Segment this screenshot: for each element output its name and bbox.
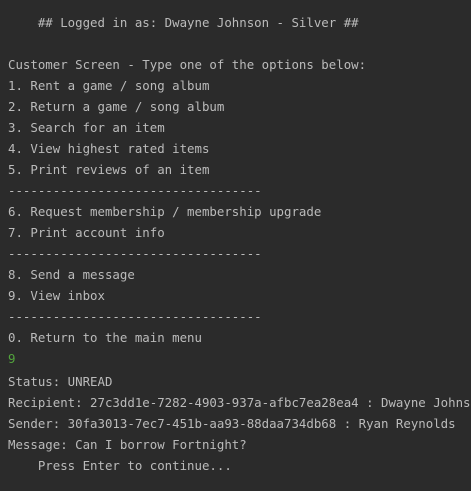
menu-separator: ---------------------------------- — [8, 183, 262, 198]
customer-screen-prompt: Customer Screen - Type one of the option… — [8, 57, 367, 72]
menu-option-4: 4. View highest rated items — [8, 141, 210, 156]
menu-separator: ---------------------------------- — [8, 246, 262, 261]
console-output[interactable]: ## Logged in as: Dwayne Johnson - Silver… — [0, 0, 471, 491]
menu-option-3: 3. Search for an item — [8, 120, 165, 135]
menu-option-1: 1. Rent a game / song album — [8, 78, 210, 93]
message-body: Message: Can I borrow Fortnight? — [8, 437, 247, 452]
continue-prompt: Press Enter to continue... — [8, 458, 232, 473]
menu-option-2: 2. Return a game / song album — [8, 99, 225, 114]
menu-option-5: 5. Print reviews of an item — [8, 162, 210, 177]
menu-separator: ---------------------------------- — [8, 309, 262, 324]
message-recipient: Recipient: 27c3dd1e-7282-4903-937a-afbc7… — [8, 395, 471, 410]
menu-option-7: 7. Print account info — [8, 225, 165, 240]
user-input-echo: 9 — [8, 351, 16, 366]
menu-option-0: 0. Return to the main menu — [8, 330, 202, 345]
menu-option-9: 9. View inbox — [8, 288, 105, 303]
login-header: ## Logged in as: Dwayne Johnson - Silver… — [8, 15, 359, 30]
menu-option-6: 6. Request membership / membership upgra… — [8, 204, 322, 219]
menu-option-8: 8. Send a message — [8, 267, 135, 282]
message-status: Status: UNREAD — [8, 374, 113, 389]
message-sender: Sender: 30fa3013-7ec7-451b-aa93-88daa734… — [8, 416, 456, 431]
